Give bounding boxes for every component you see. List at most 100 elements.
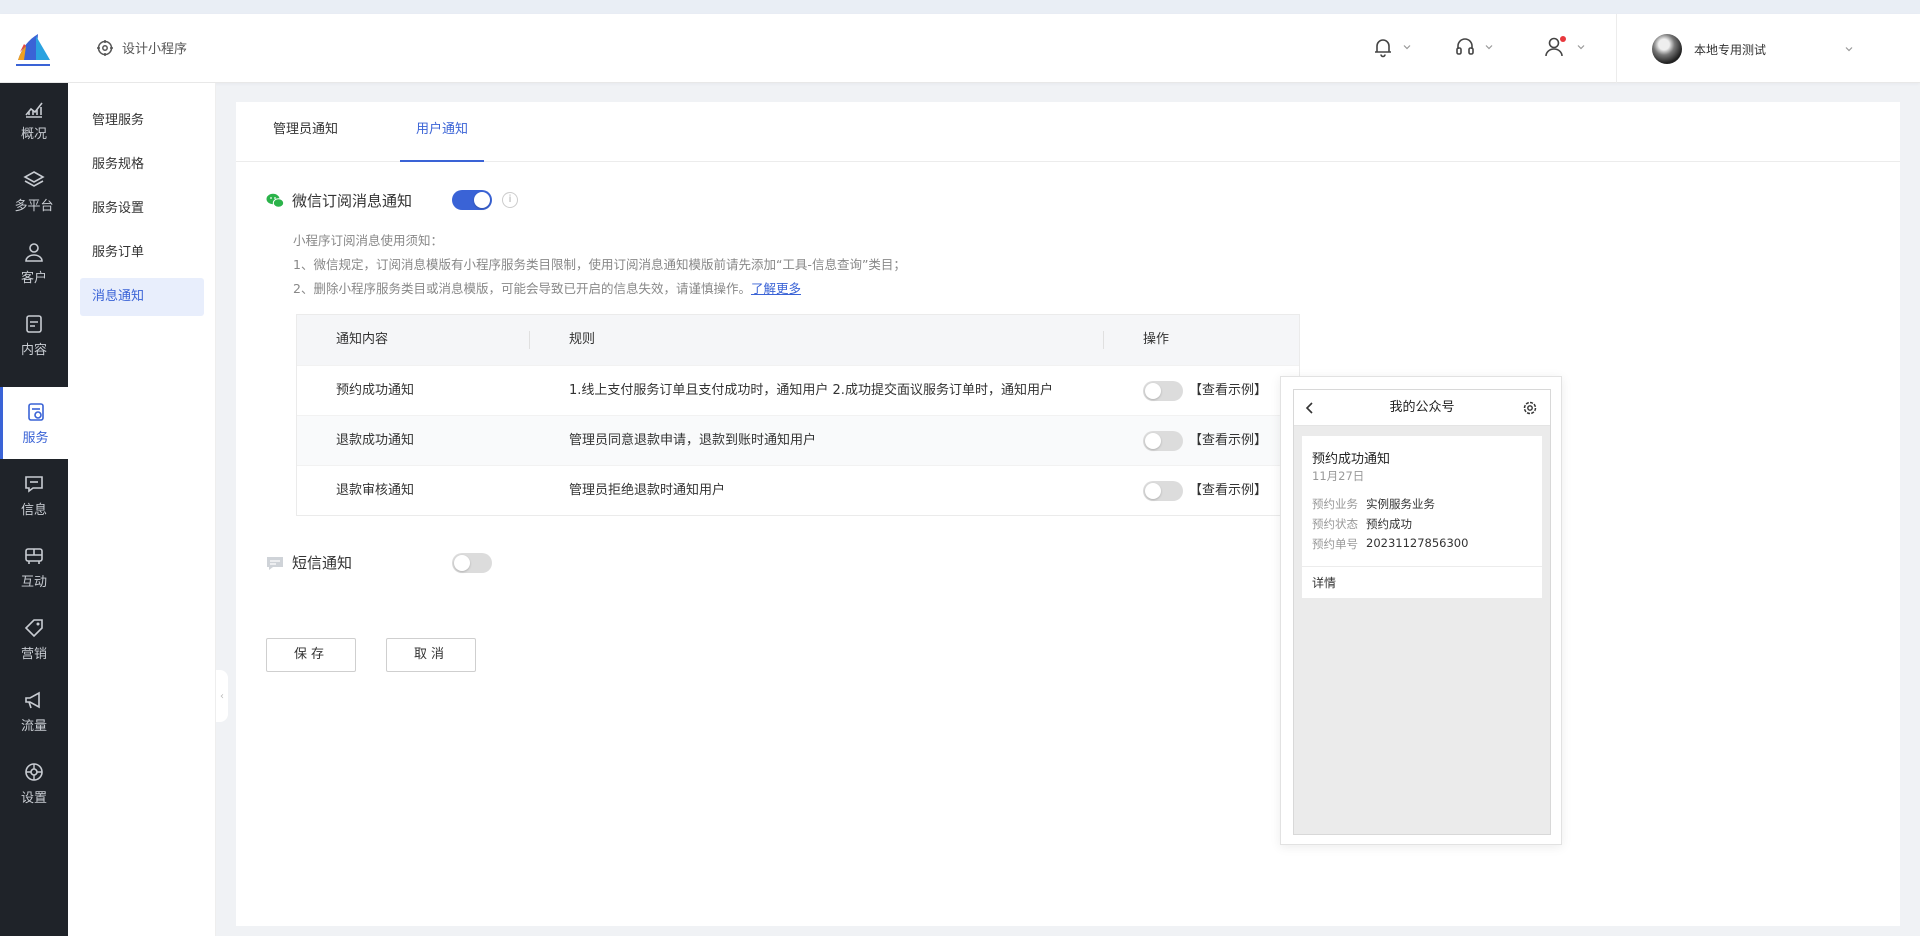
- message-field: 预约单号 20231127856300: [1312, 536, 1468, 552]
- sidebar-item-label: 设置: [20, 790, 47, 806]
- column-header-content: 通知内容: [336, 332, 389, 347]
- subnav-item-message-notify[interactable]: 消息通知: [80, 278, 204, 316]
- support-menu[interactable]: [1454, 36, 1494, 58]
- message-preview-phone: 我的公众号 预约成功通知 11月27日 预约业务 实例服务业务 预约状态 预约成…: [1280, 376, 1562, 845]
- table-row: 退款成功通知 管理员同意退款申请，退款到账时通知用户 【查看示例】: [297, 415, 1299, 465]
- gear-icon: [1523, 401, 1537, 415]
- field-label: 预约业务: [1312, 497, 1358, 511]
- app-logo[interactable]: [14, 30, 52, 68]
- notify-rule: 管理员同意退款申请，退款到账时通知用户: [569, 433, 817, 448]
- account-menu[interactable]: [1544, 36, 1586, 58]
- sidebar-item-service[interactable]: 服务: [0, 387, 68, 459]
- column-divider: [1103, 331, 1104, 349]
- notification-table: 通知内容 规则 操作 预约成功通知 1.线上支付服务订单且支付成功时，通知用户 …: [296, 314, 1300, 516]
- view-example-link[interactable]: 【查看示例】: [1189, 466, 1267, 516]
- notify-name: 退款成功通知: [336, 433, 415, 448]
- sidebar-item-label: 流量: [20, 718, 47, 734]
- user-switcher[interactable]: 本地专用测试: [1652, 34, 1766, 64]
- column-header-rule: 规则: [569, 332, 596, 347]
- design-label: 设计小程序: [122, 42, 188, 57]
- chevron-down-icon[interactable]: [1844, 44, 1854, 54]
- info-icon[interactable]: i: [502, 192, 518, 208]
- sidebar-item-label: 多平台: [14, 198, 54, 214]
- sidebar-item-messages[interactable]: 信息: [0, 459, 68, 531]
- user-icon: [25, 242, 43, 262]
- sidebar-item-content[interactable]: 内容: [0, 299, 68, 371]
- wechat-section-title: 微信订阅消息通知: [266, 190, 412, 211]
- sidebar-item-customers[interactable]: 客户: [0, 227, 68, 299]
- notify-name: 退款审核通知: [336, 483, 415, 498]
- bell-icon: [1375, 39, 1391, 58]
- phone-nav-bar: 我的公众号: [1294, 390, 1550, 426]
- sidebar-item-label: 客户: [20, 270, 47, 286]
- row-toggle[interactable]: [1143, 481, 1183, 501]
- row-toggle[interactable]: [1143, 431, 1183, 451]
- notification-tabs: 管理员通知 用户通知: [236, 102, 1900, 162]
- field-value: 实例服务业务: [1366, 497, 1435, 511]
- top-header: 设计小程序 本地专用测试: [0, 14, 1920, 83]
- sidebar-item-traffic[interactable]: 流量: [0, 675, 68, 747]
- layers-icon: [23, 170, 45, 187]
- message-field: 预约状态 预约成功: [1312, 516, 1412, 532]
- notification-menu[interactable]: [1372, 36, 1412, 58]
- view-example-link[interactable]: 【查看示例】: [1189, 416, 1267, 466]
- message-date: 11月27日: [1312, 469, 1365, 483]
- sidebar-item-label: 营销: [20, 646, 47, 662]
- sidebar-item-label: 服务: [22, 430, 49, 446]
- table-row: 预约成功通知 1.线上支付服务订单且支付成功时，通知用户 2.成功提交面议服务订…: [297, 365, 1299, 415]
- user-alert-icon: [1545, 36, 1566, 57]
- settings-icon: [25, 762, 43, 781]
- sidebar-item-label: 概况: [20, 126, 47, 142]
- wechat-title-text: 微信订阅消息通知: [292, 192, 413, 210]
- save-button[interactable]: 保存: [266, 638, 356, 672]
- table-header: 通知内容 规则 操作: [297, 315, 1299, 365]
- learn-more-link[interactable]: 了解更多: [751, 281, 801, 296]
- sms-toggle[interactable]: [452, 553, 492, 573]
- wechat-icon: [266, 193, 284, 208]
- view-example-link[interactable]: 【查看示例】: [1189, 366, 1267, 416]
- service-subnav: 管理服务 服务规格 服务设置 服务订单 消息通知: [68, 83, 216, 936]
- note-line: 1、微信规定，订阅消息模版有小程序服务类目限制，使用订阅消息通知模版前请先添加“…: [293, 257, 906, 272]
- message-field: 预约业务 实例服务业务: [1312, 496, 1435, 512]
- megaphone-icon: [25, 691, 40, 708]
- subnav-item-manage-service[interactable]: 管理服务: [80, 102, 204, 140]
- sidebar-item-interaction[interactable]: 互动: [0, 531, 68, 603]
- wechat-subscribe-toggle[interactable]: [452, 190, 492, 210]
- message-card: 预约成功通知 11月27日 预约业务 实例服务业务 预约状态 预约成功 预约单号…: [1302, 436, 1542, 598]
- sidebar-item-settings[interactable]: 设置: [0, 747, 68, 819]
- sidebar-item-label: 信息: [20, 502, 47, 518]
- top-strip: [0, 0, 1920, 14]
- chevron-down-icon: [1485, 45, 1493, 50]
- service-icon: [27, 402, 44, 421]
- subnav-item-service-orders[interactable]: 服务订单: [80, 234, 204, 272]
- collapse-subnav-button[interactable]: ‹: [216, 670, 228, 722]
- cancel-button[interactable]: 取消: [386, 638, 476, 672]
- phone-screen: 我的公众号 预约成功通知 11月27日 预约业务 实例服务业务 预约状态 预约成…: [1293, 389, 1551, 835]
- chevron-down-icon: [1403, 45, 1411, 50]
- chevron-down-icon: [1577, 45, 1585, 50]
- user-name: 本地专用测试: [1694, 42, 1767, 57]
- main-sidebar: 概况 多平台 客户 内容 服务 信息 互动 营销 流量 设置: [0, 83, 68, 936]
- subnav-item-service-spec[interactable]: 服务规格: [80, 146, 204, 184]
- tab-admin-notify[interactable]: 管理员通知: [273, 102, 338, 162]
- row-toggle[interactable]: [1143, 381, 1183, 401]
- sidebar-item-marketing[interactable]: 营销: [0, 603, 68, 675]
- wechat-usage-notes: 小程序订阅消息使用须知： 1、微信规定，订阅消息模版有小程序服务类目限制，使用订…: [293, 229, 906, 301]
- sidebar-item-multiplatform[interactable]: 多平台: [0, 155, 68, 227]
- main-content: 管理员通知 用户通知 微信订阅消息通知 i 小程序订阅消息使用须知： 1、微信规…: [236, 102, 1900, 926]
- note-line: 小程序订阅消息使用须知：: [293, 233, 444, 248]
- message-detail-link: 详情: [1312, 576, 1337, 590]
- note-text: 2、删除小程序服务类目或消息模版，可能会导致已开启的信息失效，请谨慎操作。: [293, 281, 751, 296]
- design-icon: [97, 39, 113, 56]
- design-miniprogram-link[interactable]: 设计小程序: [96, 38, 187, 57]
- field-label: 预约状态: [1312, 517, 1358, 531]
- column-divider: [529, 331, 530, 349]
- subnav-item-service-settings[interactable]: 服务设置: [80, 190, 204, 228]
- column-header-action: 操作: [1143, 332, 1170, 347]
- tag-icon: [24, 618, 43, 637]
- field-value: 20231127856300: [1366, 536, 1469, 550]
- tab-user-notify[interactable]: 用户通知: [400, 102, 485, 162]
- sidebar-item-overview[interactable]: 概况: [0, 83, 68, 155]
- table-row: 退款审核通知 管理员拒绝退款时通知用户 【查看示例】: [297, 465, 1299, 515]
- message-title: 预约成功通知: [1312, 452, 1391, 467]
